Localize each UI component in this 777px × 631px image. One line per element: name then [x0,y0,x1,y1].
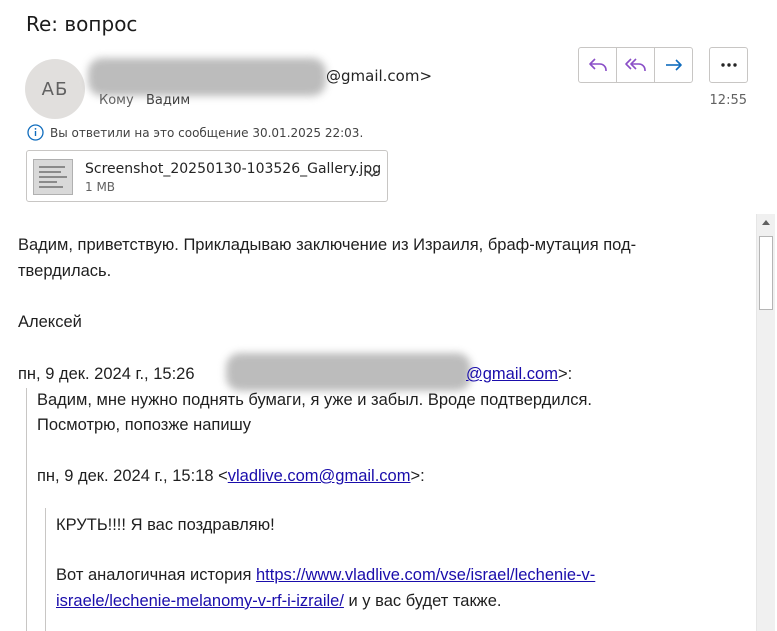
quote2-line-3: israele/lechenie-melanomy-v-rf-i-izraile… [56,592,502,611]
message-actions [578,47,693,83]
redacted-quote1-email [226,353,471,391]
signature: Алексей [18,313,82,331]
to-label: Кому [99,93,134,108]
quote2-line-2-prefix: Вот аналогичная история [56,566,256,584]
quote1-header-suffix: >: [557,365,573,383]
quote2-line-1: КРУТЬ!!!! Я вас поздравляю! [56,516,275,534]
quote2-line-2: Вот аналогичная история https://www.vlad… [56,566,595,585]
quote2-email-link[interactable]: vladlive.com@gmail.com [228,467,411,485]
quote1-line-2: Посмотрю, попозже напишу [37,416,252,434]
email-subject: Re: вопрос [26,12,138,36]
redacted-sender-name [88,58,326,96]
attachment-card[interactable]: Screenshot_20250130-103526_Gallery.jpg 1… [26,150,388,202]
chevron-down-icon[interactable] [365,169,379,179]
reply-button[interactable] [578,47,617,83]
reply-all-button[interactable] [616,47,655,83]
scroll-up-arrow-icon[interactable] [761,218,771,226]
quote2-header-prefix: пн, 9 дек. 2024 г., 15:18 < [37,467,228,485]
info-icon [27,124,44,141]
quote-bar-level-1 [26,388,27,631]
quote1-header-prefix: пн, 9 дек. 2024 г., 15:26 [18,365,195,383]
quote2-line-3-suffix: и у вас будет также. [343,592,502,610]
quote1-email-link[interactable]: @gmail.com [466,365,558,383]
quote1-header: пн, 9 дек. 2024 г., 15:26 [18,365,195,384]
reply-all-icon [624,58,646,71]
received-time: 12:55 [709,93,747,108]
attachment-thumbnail [33,159,73,195]
quote1-line-1: Вадим, мне нужно поднять бумаги, я уже и… [37,391,592,409]
forward-button[interactable] [654,47,693,83]
reply-info-text: Вы ответили на это сообщение 30.01.2025 … [50,125,364,140]
recipient-name[interactable]: Вадим [146,93,190,108]
story-link-part-1[interactable]: https://www.vladlive.com/vse/israel/lech… [256,566,595,584]
quote-bar-level-2 [45,508,46,631]
more-icon [720,63,737,67]
scrollbar-thumb[interactable] [759,236,773,310]
sender-email-domain[interactable]: @gmail.com> [326,67,432,85]
quote1-header-email-wrap: @gmail.com>: [466,365,572,384]
message-scrollbar[interactable] [756,214,775,631]
greeting-line-1: Вадим, приветствую. Прикладываю заключен… [18,236,637,254]
quote2-header: пн, 9 дек. 2024 г., 15:18 <vladlive.com@… [37,467,425,486]
story-link-part-2[interactable]: israele/lechenie-melanomy-v-rf-i-izraile… [56,592,344,610]
reply-info-bar: Вы ответили на это сообщение 30.01.2025 … [27,124,363,141]
more-actions-button[interactable] [709,47,748,83]
reply-icon [588,58,607,71]
sender-avatar[interactable]: АБ [25,59,85,119]
forward-icon [665,59,682,71]
attachment-name: Screenshot_20250130-103526_Gallery.jpg [85,161,382,177]
greeting-line-2: твердилась. [18,262,112,280]
attachment-size: 1 МВ [85,180,116,194]
quote2-header-suffix: >: [410,467,425,485]
